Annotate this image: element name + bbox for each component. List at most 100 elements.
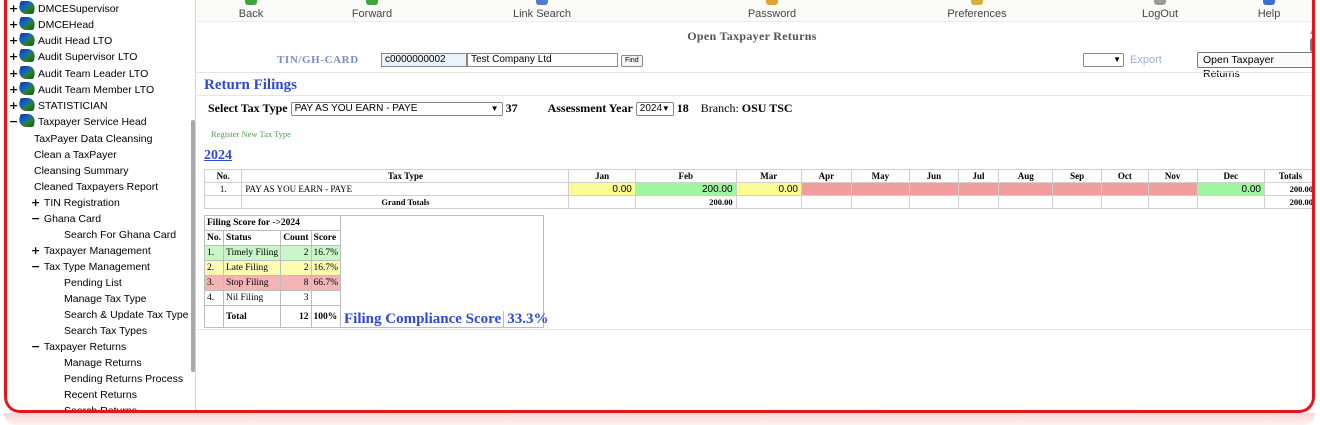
expand-icon[interactable]: +: [31, 243, 41, 259]
sidebar-item-statistician[interactable]: + STATISTICIAN: [9, 98, 108, 114]
export-format-select[interactable]: ▼: [1083, 53, 1124, 67]
month-cell-mar[interactable]: 0.00: [735, 182, 802, 196]
expand-icon[interactable]: +: [9, 1, 19, 17]
tax-type-filter-row: Select Tax Type PAY AS YOU EARN - PAYE ▼ …: [208, 101, 793, 116]
expand-icon[interactable]: +: [9, 98, 19, 114]
sidebar-item-label: STATISTICIAN: [38, 100, 108, 112]
collapse-icon[interactable]: −: [31, 259, 41, 275]
score-status: Late Filing: [222, 260, 282, 276]
tin-input[interactable]: c0000000002: [381, 53, 467, 67]
sidebar-item-label: Audit Team Leader LTO: [38, 68, 149, 80]
export-link[interactable]: Export: [1130, 54, 1162, 66]
sidebar-item-manage-returns[interactable]: Manage Returns: [64, 355, 142, 371]
sidebar-item-search-tax-types[interactable]: Search Tax Types: [64, 323, 147, 339]
month-cell-aug[interactable]: [998, 182, 1054, 196]
compliance-value: 33.3%: [503, 311, 549, 327]
company-name-field[interactable]: Test Company Ltd: [467, 53, 618, 67]
sidebar-item-pending-returns-process[interactable]: Pending Returns Process: [64, 371, 183, 387]
find-button[interactable]: Find: [621, 55, 643, 67]
month-cell-apr[interactable]: [800, 182, 852, 196]
tax-type-code: 37: [505, 101, 518, 115]
sidebar-item-recent-returns[interactable]: Recent Returns: [64, 387, 137, 403]
sidebar-item-search-returns[interactable]: Search Returns: [64, 403, 137, 410]
expand-icon[interactable]: +: [9, 66, 19, 82]
sidebar-item-taxpayer-management[interactable]: + Taxpayer Management: [31, 243, 151, 259]
logout-button[interactable]: LogOut: [1140, 0, 1180, 21]
year-code: 18: [676, 101, 689, 115]
year-link[interactable]: 2024: [204, 148, 232, 164]
sidebar-item-search-update-tax-type[interactable]: Search & Update Tax Type: [64, 307, 189, 323]
month-cell-jun[interactable]: [908, 182, 959, 196]
expand-icon[interactable]: +: [31, 195, 41, 211]
sidebar-item-dmce-supervisor[interactable]: + DMCESupervisor: [9, 1, 119, 17]
tax-type-select[interactable]: PAY AS YOU EARN - PAYE ▼: [290, 102, 503, 116]
help-button[interactable]: Help: [1254, 0, 1284, 21]
score-row-late: 2. Late Filing 2 16.7%: [204, 260, 342, 276]
back-button[interactable]: Back: [231, 0, 271, 21]
sidebar-item-pending-list[interactable]: Pending List: [64, 275, 122, 291]
key-icon: [766, 0, 778, 5]
sidebar-item-taxpayer-data-cleansing[interactable]: TaxPayer Data Cleansing: [34, 131, 152, 147]
register-new-tax-type-link[interactable]: Register New Tax Type: [211, 129, 291, 139]
logout-icon: [1154, 0, 1166, 5]
sidebar-item-audit-team-member-lto[interactable]: + Audit Team Member LTO: [9, 82, 154, 98]
expand-icon[interactable]: +: [9, 33, 19, 49]
month-cell-feb[interactable]: 200.00: [634, 182, 737, 196]
score-value: 16.7%: [310, 245, 342, 261]
month-cell-sep[interactable]: [1052, 182, 1102, 196]
link-search-button[interactable]: Link Search: [512, 0, 572, 21]
expand-icon[interactable]: +: [9, 82, 19, 98]
sidebar-item-manage-tax-type[interactable]: Manage Tax Type: [64, 291, 147, 307]
sidebar-scrollbar[interactable]: [191, 120, 195, 372]
sidebar-item-clean-a-taxpayer[interactable]: Clean a TaxPayer: [34, 147, 117, 163]
score-count: 2: [280, 260, 312, 276]
month-cell-jan[interactable]: 0.00: [568, 182, 636, 196]
sidebar-item-audit-head-lto[interactable]: + Audit Head LTO: [9, 33, 112, 49]
password-button[interactable]: Password: [747, 0, 797, 21]
forward-button[interactable]: Forward: [347, 0, 397, 21]
role-icon: [17, 66, 37, 79]
sidebar-item-cleansing-summary[interactable]: Cleansing Summary: [34, 163, 129, 179]
sidebar-item-taxpayer-returns[interactable]: − Taxpayer Returns: [31, 339, 126, 355]
sidebar-item-taxpayer-service-head[interactable]: − Taxpayer Service Head: [9, 114, 147, 130]
row-total: 200.00: [1264, 182, 1312, 196]
preferences-button[interactable]: Preferences: [947, 0, 1007, 21]
expand-icon[interactable]: +: [9, 49, 19, 65]
collapse-icon[interactable]: −: [9, 114, 19, 130]
scroll-up-icon[interactable]: ▲: [1308, 28, 1312, 36]
collapse-icon[interactable]: −: [31, 339, 41, 355]
score-status: Nil Filing: [222, 290, 282, 306]
sidebar-item-dmce-head[interactable]: + DMCEHead: [9, 17, 94, 33]
grand-total-feb: 200.00: [634, 195, 737, 209]
score-value: 66.7%: [310, 275, 342, 291]
sidebar-item-search-for-ghana-card[interactable]: Search For Ghana Card: [64, 227, 176, 243]
column-header: Mar: [735, 169, 802, 183]
score-count: 3: [280, 290, 312, 306]
table-row[interactable]: 1. PAY AS YOU EARN - PAYE 0.00 200.00 0.…: [203, 182, 1312, 196]
empty-cell: [735, 195, 802, 209]
sidebar-item-ghana-card[interactable]: − Ghana Card: [31, 211, 101, 227]
sidebar-item-cleaned-taxpayers-report[interactable]: Cleaned Taxpayers Report: [34, 179, 158, 195]
sidebar-item-label: Taxpayer Service Head: [38, 116, 147, 128]
open-taxpayer-returns-button[interactable]: Open Taxpayer Returns: [1197, 52, 1312, 80]
collapse-icon[interactable]: −: [31, 211, 41, 227]
sidebar-item-audit-supervisor-lto[interactable]: + Audit Supervisor LTO: [9, 49, 137, 65]
score-no: 4.: [204, 290, 224, 306]
sidebar-item-label: Taxpayer Management: [43, 245, 151, 257]
month-cell-nov[interactable]: [1147, 182, 1198, 196]
month-cell-oct[interactable]: [1101, 182, 1149, 196]
score-row-nil: 4. Nil Filing 3: [204, 290, 342, 306]
month-cell-dec[interactable]: 0.00: [1196, 182, 1266, 196]
sidebar-item-tax-type-management[interactable]: − Tax Type Management: [31, 259, 150, 275]
sidebar-item-audit-team-leader-lto[interactable]: + Audit Team Leader LTO: [9, 66, 148, 82]
scroll-thumb[interactable]: [1309, 38, 1312, 52]
sidebar-item-tin-registration[interactable]: + TIN Registration: [31, 195, 120, 211]
assessment-year-select[interactable]: 2024 ▼: [635, 102, 674, 116]
month-cell-jul[interactable]: [957, 182, 1000, 196]
month-cell-may[interactable]: [850, 182, 910, 196]
expand-icon[interactable]: +: [9, 17, 19, 33]
empty-cell: [908, 195, 959, 209]
role-icon: [17, 33, 37, 46]
empty-cell: [850, 195, 910, 209]
column-header: Oct: [1101, 169, 1149, 183]
